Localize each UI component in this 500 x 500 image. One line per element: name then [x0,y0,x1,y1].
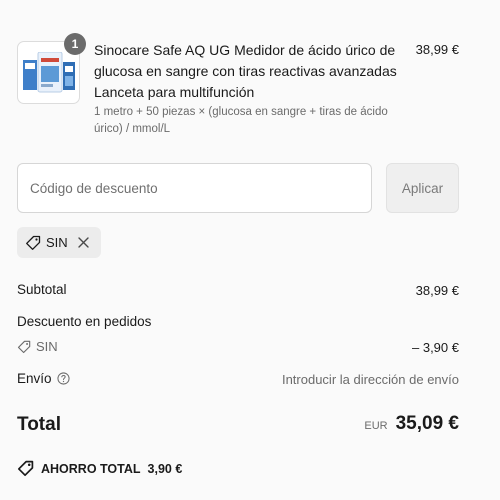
apply-discount-button[interactable]: Aplicar [386,163,459,213]
total-value: 35,09 € [395,413,459,434]
total-savings-row: AHORRO TOTAL 3,90 € [17,460,182,477]
product-title: Sinocare Safe AQ UG Medidor de ácido úri… [94,42,397,100]
tag-icon [17,340,31,354]
savings-value: 3,90 € [147,461,183,476]
applied-code-label: SIN [46,235,68,250]
applied-discount-chip: SIN [17,227,101,258]
product-price: 38,99 € [415,42,459,57]
order-discount-label: Descuento en pedidos [17,314,152,329]
quantity-badge: 1 [64,33,86,55]
subtotal-label: Subtotal [17,282,67,297]
savings-label: AHORRO TOTAL [41,461,141,476]
total-amount-group: EUR 35,09 € [364,413,459,435]
shipping-label: Envío [17,371,52,386]
order-discount-code: SIN [36,339,58,354]
discount-code-input[interactable] [17,163,372,213]
total-currency: EUR [364,420,388,432]
subtotal-value: 38,99 € [415,283,459,298]
shipping-row: Envío [17,371,70,386]
order-discount-code-row: SIN [17,339,58,354]
product-image [23,52,75,93]
tag-icon [25,235,41,251]
help-circle-icon[interactable] [56,372,70,385]
product-line-item: 1 Sinocare Safe AQ UG Medidor de ácido ú… [17,33,459,148]
shipping-value: Introducir la dirección de envío [281,372,459,387]
total-label: Total [17,414,61,435]
tag-icon [17,460,34,477]
remove-code-close-icon[interactable] [77,236,90,249]
order-discount-value: – 3,90 € [412,340,459,355]
product-variant: 1 metro + 50 piezas × (glucosa en sangre… [94,106,388,135]
